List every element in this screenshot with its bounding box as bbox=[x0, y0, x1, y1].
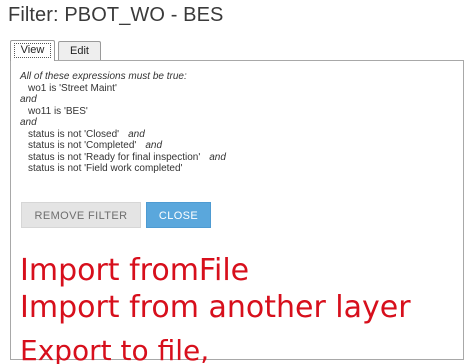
clause-status-closed: status is not 'Closed' and bbox=[20, 129, 226, 141]
clause-status-fieldwork: status is not 'Field work completed' bbox=[28, 163, 183, 174]
dialog-title: Filter: PBOT_WO - BES bbox=[8, 4, 224, 26]
clause-status-completed: status is not 'Completed' and bbox=[20, 140, 226, 152]
filter-expression: All of these expressions must be true: w… bbox=[20, 71, 226, 175]
tab-view-label: View bbox=[13, 43, 52, 58]
clause-status-ready: status is not 'Ready for final inspectio… bbox=[20, 152, 226, 164]
clause-wo11: wo11 is 'BES' bbox=[28, 105, 88, 117]
expression-intro: All of these expressions must be true: bbox=[20, 71, 187, 82]
operator-and-inline: and bbox=[145, 140, 163, 151]
clause-wo1: wo1 is 'Street Maint' bbox=[28, 82, 117, 94]
close-button[interactable]: CLOSE bbox=[146, 202, 211, 228]
view-panel: All of these expressions must be true: w… bbox=[10, 60, 464, 360]
operator-and: and bbox=[20, 94, 37, 105]
filter-dialog: Filter: PBOT_WO - BES View Edit All of t… bbox=[0, 0, 474, 364]
operator-and-inline: and bbox=[128, 128, 145, 140]
clause-text: status is not 'Completed' bbox=[28, 140, 137, 151]
tab-view[interactable]: View bbox=[10, 40, 55, 61]
operator-and-inline: and bbox=[209, 151, 226, 163]
operator-and: and bbox=[20, 117, 37, 128]
remove-filter-button[interactable]: REMOVE FILTER bbox=[21, 202, 141, 228]
clause-text: status is not 'Closed' bbox=[28, 128, 120, 140]
tab-edit[interactable]: Edit bbox=[58, 41, 101, 60]
clause-text: status is not 'Ready for final inspectio… bbox=[28, 151, 201, 163]
tab-edit-label: Edit bbox=[70, 45, 89, 57]
